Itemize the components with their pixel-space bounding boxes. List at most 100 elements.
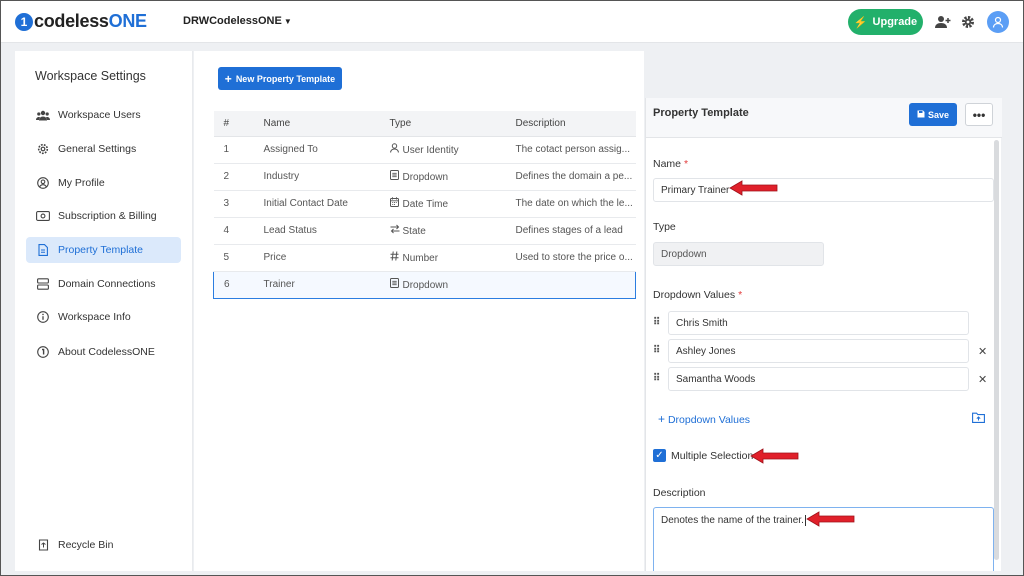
recycle-bin-icon [36, 538, 50, 552]
row-type: Number [379, 244, 506, 272]
table-row[interactable]: 1 Assigned To User Identity The cotact p… [213, 136, 636, 164]
sidebar-item-subscription-billing[interactable]: Subscription & Billing [26, 203, 181, 229]
caret-down-icon: ▼ [283, 17, 292, 26]
add-user-icon[interactable] [934, 13, 952, 31]
sidebar-item-about[interactable]: About CodelessONE [26, 339, 181, 365]
save-button[interactable]: Save [909, 103, 957, 126]
server-icon [36, 277, 50, 291]
row-type: User Identity [379, 136, 506, 164]
type-input: Dropdown [653, 242, 824, 266]
row-number: 6 [213, 270, 254, 299]
dropdown-value-input[interactable]: Ashley Jones [668, 339, 969, 363]
drag-handle-icon[interactable]: ⠿ [653, 317, 660, 328]
table-row-selected[interactable]: 6 Trainer Dropdown [213, 270, 636, 299]
drag-handle-icon[interactable]: ⠿ [653, 345, 660, 356]
add-dropdown-values-link[interactable]: + Dropdown Values [658, 412, 750, 426]
billing-icon [36, 209, 50, 223]
dropdown-value-input[interactable]: Samantha Woods [668, 367, 969, 391]
sidebar-item-recycle-bin[interactable]: Recycle Bin [26, 532, 181, 558]
editor-scrollbar[interactable] [994, 140, 999, 560]
column-header-number[interactable]: # [213, 111, 254, 137]
folder-upload-icon[interactable] [972, 412, 986, 424]
table-row[interactable]: 2 Industry Dropdown Defines the domain a… [213, 163, 636, 191]
row-name: Industry [253, 163, 380, 191]
sidebar-item-my-profile[interactable]: My Profile [26, 170, 181, 196]
profile-icon [36, 176, 50, 190]
document-icon [36, 243, 50, 257]
gear-icon [36, 142, 50, 156]
required-indicator: * [738, 289, 743, 301]
dropdown-value-input[interactable]: Chris Smith [668, 311, 969, 335]
gear-icon[interactable] [959, 13, 977, 31]
column-header-name[interactable]: Name [253, 111, 380, 137]
brand-icon [36, 345, 50, 359]
column-header-description[interactable]: Description [505, 111, 636, 137]
table-row[interactable]: 4 Lead Status State Defines stages of a … [213, 217, 636, 245]
sidebar-item-label: Subscription & Billing [58, 210, 157, 222]
more-icon: ••• [972, 107, 986, 122]
sidebar-title: Workspace Settings [35, 69, 146, 83]
table-header-row: # Name Type Description [213, 111, 636, 137]
row-description: The date on which the le... [505, 190, 636, 218]
name-input[interactable]: Primary Trainer [653, 178, 994, 202]
multiple-selection-checkbox[interactable]: ✓ [653, 449, 666, 462]
row-description [505, 270, 636, 299]
more-options-button[interactable]: ••• [965, 103, 993, 126]
checkmark-icon: ✓ [655, 450, 664, 461]
row-description: The cotact person assig... [505, 136, 636, 164]
row-number: 4 [213, 217, 254, 245]
row-name: Lead Status [253, 217, 380, 245]
user-avatar[interactable] [987, 11, 1009, 33]
upgrade-button[interactable]: ⚡ Upgrade [848, 9, 923, 35]
row-type: Dropdown [379, 270, 506, 299]
table-row[interactable]: 5 Price Number Used to store the price o… [213, 244, 636, 272]
workspace-switcher-label: DRWCodelessONE [183, 15, 282, 27]
new-button-label: New Property Template [235, 73, 336, 84]
row-name: Price [253, 244, 380, 272]
name-label-text: Name [653, 158, 682, 170]
sidebar-item-label: Domain Connections [58, 278, 156, 290]
new-property-template-button[interactable]: + New Property Template [218, 67, 342, 90]
users-icon [36, 108, 50, 122]
row-number: 1 [213, 136, 254, 164]
drag-handle-icon[interactable]: ⠿ [653, 373, 660, 384]
sidebar-item-domain-connections[interactable]: Domain Connections [26, 271, 181, 297]
multiple-selection-label: Multiple Selection [671, 450, 754, 462]
add-values-label: Dropdown Values [667, 414, 751, 426]
state-icon [390, 224, 401, 237]
save-icon [917, 110, 925, 120]
name-field-label: Name * [653, 158, 688, 170]
user-icon [389, 143, 401, 156]
sidebar-item-property-template[interactable]: Property Template [26, 237, 181, 263]
row-description: Used to store the price o... [505, 244, 636, 272]
list-icon [389, 170, 401, 183]
brand-logo[interactable]: 1 codelessONE [15, 11, 147, 32]
bolt-icon: ⚡ [853, 16, 868, 29]
remove-value-icon[interactable]: ✕ [978, 373, 987, 386]
app-window: 1 codelessONE DRWCodelessONE ▼ ⚡ Upgrade … [0, 0, 1024, 576]
top-bar: 1 codelessONE DRWCodelessONE ▼ ⚡ Upgrade [1, 1, 1023, 43]
plus-icon: + [658, 412, 666, 426]
table-row[interactable]: 3 Initial Contact Date Date Time The dat… [213, 190, 636, 218]
sidebar-item-workspace-info[interactable]: Workspace Info [26, 304, 181, 330]
hash-icon [390, 251, 401, 264]
settings-sidebar: Workspace Settings Workspace Users Gener… [15, 51, 193, 571]
row-type: Dropdown [379, 163, 506, 191]
description-label: Description [653, 487, 706, 499]
annotation-arrow-icon [806, 511, 855, 527]
logo-mark: 1 [15, 12, 33, 31]
row-name: Assigned To [253, 136, 380, 164]
row-type-label: User Identity [402, 145, 459, 156]
sidebar-item-workspace-users[interactable]: Workspace Users [26, 102, 181, 128]
property-template-table: # Name Type Description 1 Assigned To Us… [213, 111, 636, 299]
type-field-label: Type [653, 221, 676, 233]
row-type: State [379, 217, 506, 245]
column-header-type[interactable]: Type [379, 111, 506, 137]
logo-text-prefix: codeless [34, 11, 109, 31]
remove-value-icon[interactable]: ✕ [978, 345, 987, 358]
workspace-switcher[interactable]: DRWCodelessONE ▼ [183, 15, 292, 27]
sidebar-item-general-settings[interactable]: General Settings [26, 136, 181, 162]
row-type-label: Dropdown [402, 172, 449, 183]
sidebar-item-label: Workspace Users [58, 109, 141, 121]
property-template-list: + New Property Template # Name Type Desc… [194, 51, 644, 571]
